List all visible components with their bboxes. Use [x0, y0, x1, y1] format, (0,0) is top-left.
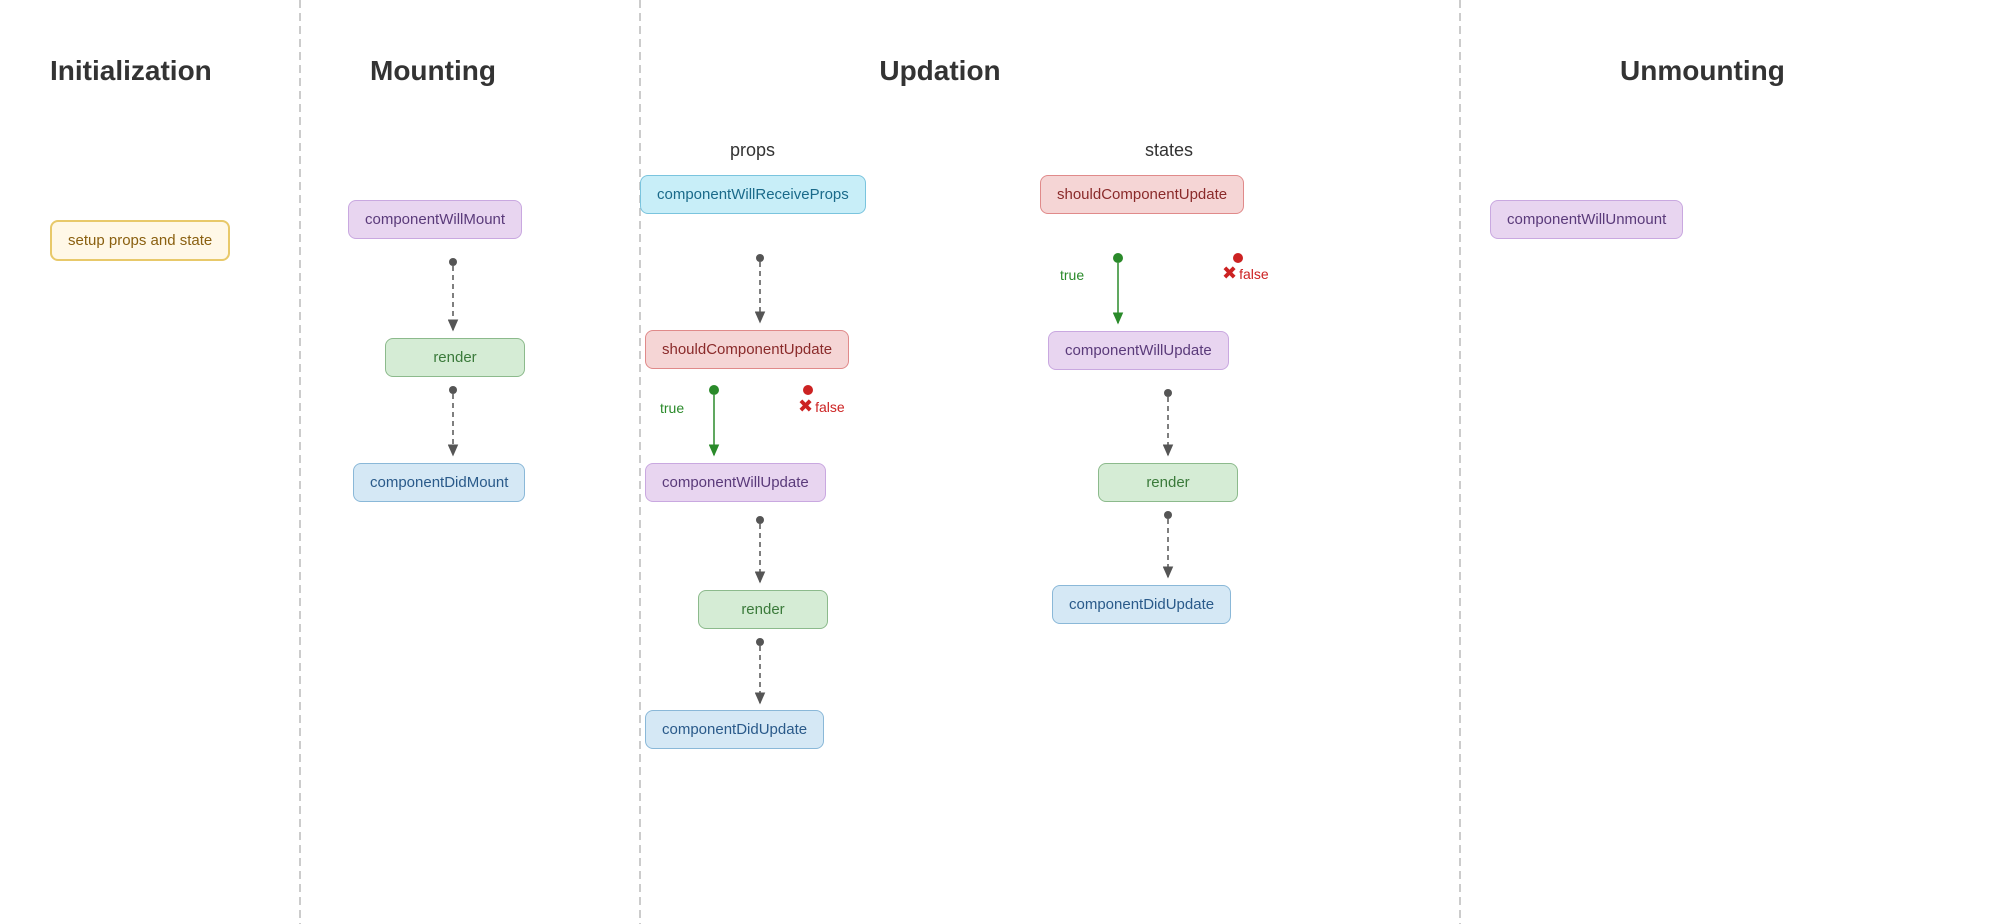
title-mounting: Mounting — [370, 55, 496, 87]
dot-render-m — [449, 386, 457, 394]
node-scu-states: shouldComponentUpdate — [1040, 175, 1244, 214]
false-label-s: ✖ false — [1222, 263, 1269, 284]
dot-scu-s-false — [1233, 253, 1243, 263]
title-unmounting: Unmounting — [1620, 55, 1785, 87]
dot-render-s — [1164, 511, 1172, 519]
node-render-p: render — [698, 590, 828, 629]
true-label-s: true — [1060, 267, 1084, 283]
dot-wu-p — [756, 516, 764, 524]
dot-wu-s — [1164, 389, 1172, 397]
node-setup-props: setup props and state — [50, 220, 230, 261]
true-label-p: true — [660, 400, 684, 416]
props-sub-label: props — [730, 140, 775, 161]
title-init: Initialization — [50, 55, 212, 87]
node-render-mount: render — [385, 338, 525, 377]
dot-render-p — [756, 638, 764, 646]
x-s: ✖ — [1222, 263, 1237, 284]
dot-scu-p-false — [803, 385, 813, 395]
dot-wm — [449, 258, 457, 266]
title-updation: Updation — [879, 55, 1000, 87]
node-will-unmount: componentWillUnmount — [1490, 200, 1683, 239]
node-will-mount: componentWillMount — [348, 200, 522, 239]
node-did-update-p: componentDidUpdate — [645, 710, 824, 749]
main-svg — [0, 0, 2000, 924]
node-wu-states: componentWillUpdate — [1048, 331, 1229, 370]
dot-scu-p-true — [709, 385, 719, 395]
dot-scu-s-true — [1113, 253, 1123, 263]
node-did-mount: componentDidMount — [353, 463, 525, 502]
node-render-s: render — [1098, 463, 1238, 502]
false-label-p: ✖ false — [798, 396, 845, 417]
dot-wrp — [756, 254, 764, 262]
states-sub-label: states — [1145, 140, 1193, 161]
node-did-update-s: componentDidUpdate — [1052, 585, 1231, 624]
x-p: ✖ — [798, 396, 813, 417]
main-canvas: Initialization Mounting Updation Unmount… — [0, 0, 2000, 924]
node-wrp: componentWillReceiveProps — [640, 175, 866, 214]
node-scu-props: shouldComponentUpdate — [645, 330, 849, 369]
false-text-p: false — [815, 399, 845, 415]
node-wu-props: componentWillUpdate — [645, 463, 826, 502]
false-text-s: false — [1239, 266, 1269, 282]
